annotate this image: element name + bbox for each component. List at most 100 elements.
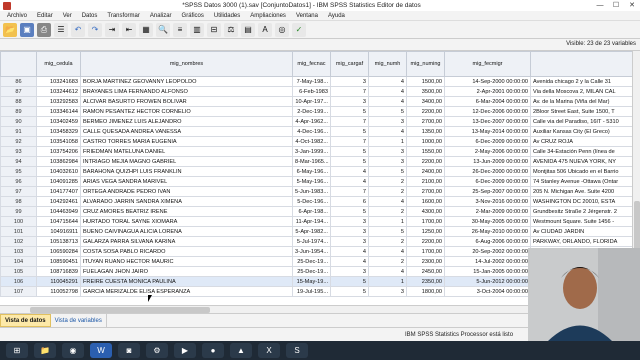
table-cell[interactable]: 25-Dec-19...: [292, 266, 331, 277]
table-cell[interactable]: CASTRO TORRES MARIA EUGENIA: [80, 136, 293, 147]
row-number-cell[interactable]: 100: [0, 216, 37, 227]
excel-icon[interactable]: X: [258, 343, 280, 358]
table-cell[interactable]: HURTADO TORAL SAYNE XIOMARA: [80, 216, 293, 227]
split-file-icon[interactable]: ⊟: [207, 22, 221, 37]
table-cell[interactable]: Calle 34-Estación Penn (línea de: [530, 146, 640, 157]
table-cell[interactable]: 103458329: [36, 126, 81, 137]
table-cell[interactable]: ITUYAN RUANO HECTOR MAURIC: [80, 256, 293, 267]
table-cell[interactable]: 106590284: [36, 246, 81, 257]
spelling-icon[interactable]: ✓: [292, 22, 306, 37]
table-cell[interactable]: 74 Stanley Avenue -Ottawa (Ontar: [530, 176, 640, 187]
table-cell[interactable]: 1250,00: [406, 226, 445, 237]
table-cell[interactable]: 6-Apr-198...: [292, 206, 331, 217]
table-cell[interactable]: Montjitas 506 Ubicado en el Barrio: [530, 166, 640, 177]
row-number-cell[interactable]: 88: [0, 96, 37, 107]
table-cell[interactable]: 103862984: [36, 156, 81, 167]
variables-icon[interactable]: ▦: [139, 22, 153, 37]
table-cell[interactable]: 2: [368, 186, 407, 197]
table-cell[interactable]: 5: [330, 276, 369, 287]
table-cell[interactable]: 2: [368, 176, 407, 187]
value-labels-icon[interactable]: A: [258, 22, 272, 37]
table-cell[interactable]: 2200,00: [406, 106, 445, 117]
table-cell[interactable]: 4: [368, 76, 407, 87]
row-number-cell[interactable]: 106: [0, 276, 37, 287]
row-number-cell[interactable]: 103: [0, 246, 37, 257]
table-cell[interactable]: 5-Jul-1974...: [292, 236, 331, 247]
table-cell[interactable]: 5: [368, 106, 407, 117]
table-cell[interactable]: 4: [368, 86, 407, 97]
table-cell[interactable]: 105138713: [36, 236, 81, 247]
table-cell[interactable]: COSTA SOSA PABLO RICARDO: [80, 246, 293, 257]
table-cell[interactable]: 26-May-2010 00:00:00: [444, 226, 531, 237]
row-number-cell[interactable]: 104: [0, 256, 37, 267]
table-cell[interactable]: 11-Apr-194...: [292, 216, 331, 227]
menu-datos[interactable]: Datos: [82, 13, 98, 19]
table-cell[interactable]: 3: [368, 286, 407, 297]
table-cell[interactable]: Av CRUZ ROJA: [530, 136, 640, 147]
table-cell[interactable]: 5-Apr-1982...: [292, 226, 331, 237]
table-cell[interactable]: BUENO CAIVINAGUA ALICIA LORENA: [80, 226, 293, 237]
table-cell[interactable]: 15-Jan-2005 00:00:00: [444, 266, 531, 277]
table-row[interactable]: 96 104091285 ARIAS VEGA SANDRA MARIVEL 5-Ma…: [0, 176, 640, 187]
tab-data-view[interactable]: Vista de datos: [0, 314, 51, 327]
table-cell[interactable]: GALARZA PARRA SILVANA KARINA: [80, 236, 293, 247]
table-cell[interactable]: 103292583: [36, 96, 81, 107]
menu-ver[interactable]: Ver: [63, 13, 72, 19]
table-cell[interactable]: ARIAS VEGA SANDRA MARIVEL: [80, 176, 293, 187]
table-cell[interactable]: 5-Dec-196...: [292, 196, 331, 207]
table-cell[interactable]: 2700,00: [406, 116, 445, 127]
table-cell[interactable]: Avenida chicago 2 y la Calle 31: [530, 76, 640, 87]
table-cell[interactable]: 104292461: [36, 196, 81, 207]
table-row[interactable]: 91 103458329 CALLE QUESADA ANDREA VANESSA 4…: [0, 126, 640, 137]
table-cell[interactable]: 4-Oct-1982...: [292, 136, 331, 147]
row-number-cell[interactable]: 87: [0, 86, 37, 97]
column-header-cargaf[interactable]: mig_cargaf: [330, 51, 369, 77]
table-cell[interactable]: 110052798: [36, 286, 81, 297]
goto-variable-icon[interactable]: ⇤: [122, 22, 136, 37]
settings-icon[interactable]: ⚙: [146, 343, 168, 358]
table-cell[interactable]: 103541058: [36, 136, 81, 147]
table-cell[interactable]: 1: [368, 216, 407, 227]
table-row[interactable]: 100 104715644 HURTADO TORAL SAYNE XIOMARA 1…: [0, 216, 640, 227]
table-cell[interactable]: 4: [330, 166, 369, 177]
column-header-fecmigr[interactable]: mig_fecmigr: [444, 51, 531, 77]
table-cell[interactable]: 25-Dec-19...: [292, 256, 331, 267]
column-header-numing[interactable]: mig_numing: [406, 51, 445, 77]
table-cell[interactable]: AVENIDA 475 NUEVA YORK, NY: [530, 156, 640, 167]
column-header-nombres[interactable]: mig_nombres: [80, 51, 293, 77]
table-cell[interactable]: BRAYANES LIMA FERNANDO ALFONSO: [80, 86, 293, 97]
redo-icon[interactable]: ↷: [88, 22, 102, 37]
word-icon[interactable]: W: [90, 343, 112, 358]
table-row[interactable]: 92 103541058 CASTRO TORRES MARIA EUGENIA 4-…: [0, 136, 640, 147]
table-cell[interactable]: ALVARADO JARRIN SANDRA XIMENA: [80, 196, 293, 207]
table-cell[interactable]: 7-May-198...: [292, 76, 331, 87]
table-cell[interactable]: 3: [330, 236, 369, 247]
table-row[interactable]: 102 105138713 GALARZA PARRA SILVANA KARINA…: [0, 236, 640, 247]
table-cell[interactable]: 7: [330, 186, 369, 197]
recorder-icon[interactable]: ●: [202, 343, 224, 358]
table-cell[interactable]: 13-May-2014 00:00:00: [444, 126, 531, 137]
table-cell[interactable]: 104177407: [36, 186, 81, 197]
menu-transformar[interactable]: Transformar: [107, 13, 139, 19]
table-cell[interactable]: CALLE QUESADA ANDREA VANESSA: [80, 126, 293, 137]
goto-case-icon[interactable]: ⇥: [105, 22, 119, 37]
table-cell[interactable]: 103754206: [36, 146, 81, 157]
table-cell[interactable]: 19-Jul-195...: [292, 286, 331, 297]
table-row[interactable]: 99 104463949 CRUZ AMORES BEATRIZ IRENE 6-Ap…: [0, 206, 640, 217]
table-cell[interactable]: 5: [330, 286, 369, 297]
table-cell[interactable]: 4: [368, 196, 407, 207]
table-cell[interactable]: 104916911: [36, 226, 81, 237]
table-cell[interactable]: 6-Dec-2009 00:00:00: [444, 136, 531, 147]
table-cell[interactable]: 1550,00: [406, 146, 445, 157]
table-cell[interactable]: 1: [368, 276, 407, 287]
table-cell[interactable]: 14-Jul-2002 00:00:00: [444, 256, 531, 267]
table-cell[interactable]: BARAHONA QUIZHPI LUIS FRANKLIN: [80, 166, 293, 177]
table-cell[interactable]: 4-Dec-196...: [292, 126, 331, 137]
table-cell[interactable]: 4-Apr-1962...: [292, 116, 331, 127]
row-number-cell[interactable]: 97: [0, 186, 37, 197]
row-number-cell[interactable]: 101: [0, 226, 37, 237]
table-cell[interactable]: 103241683: [36, 76, 81, 87]
table-cell[interactable]: 8-Mar-1965...: [292, 156, 331, 167]
select-cases-icon[interactable]: ▤: [241, 22, 255, 37]
table-cell[interactable]: 7: [330, 136, 369, 147]
